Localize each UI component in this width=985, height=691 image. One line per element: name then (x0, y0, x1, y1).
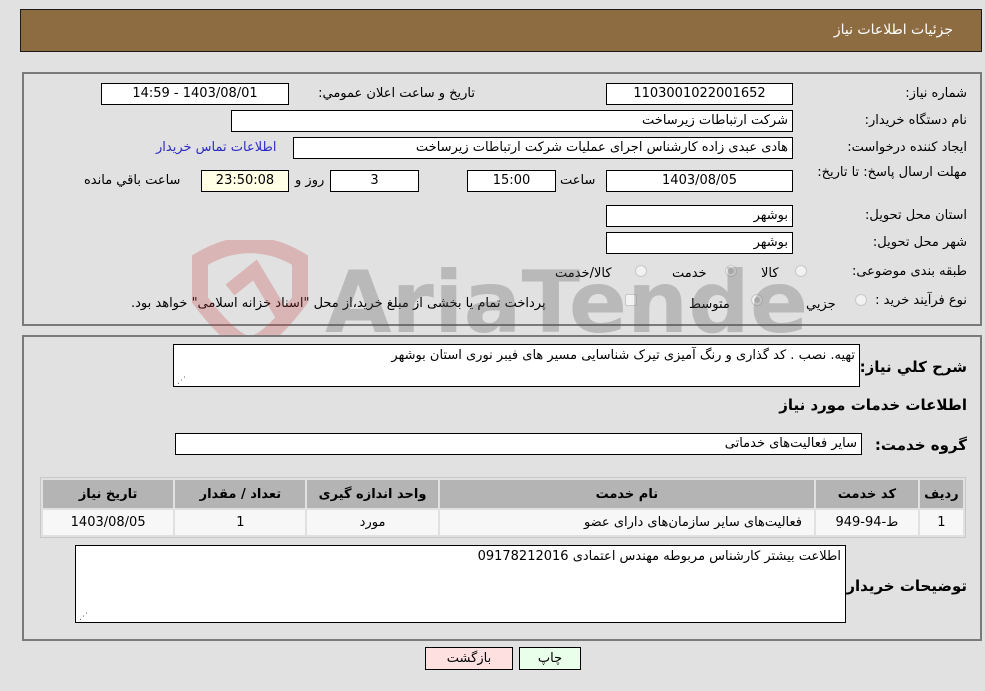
buyer-contact-link[interactable]: اطلاعات تماس خریدار (156, 140, 276, 155)
days-remaining-field: 3 (330, 170, 419, 192)
treasury-checkbox[interactable] (625, 294, 637, 306)
category-radio-goods-service[interactable] (635, 265, 647, 277)
buyer-org-field: شرکت ارتباطات زیرساخت (231, 110, 793, 132)
table-row: 1 ط-94-949 فعالیت‌های سایر سازمان‌های دا… (43, 510, 963, 535)
table-header-row: ردیف کد خدمت نام خدمت واحد اندازه گیری ت… (43, 480, 963, 508)
cell-quantity: 1 (175, 510, 306, 535)
announce-label: تاریخ و ساعت اعلان عمومي: (318, 86, 475, 101)
resize-grip-icon[interactable]: ⋰ (176, 377, 186, 386)
category-radio-service[interactable] (725, 265, 737, 277)
col-row-number: ردیف (919, 480, 963, 508)
requester-label: ایجاد کننده درخواست: (847, 140, 967, 155)
requester-field: هادی عبدی زاده کارشناس اجرای عملیات شرکت… (293, 137, 793, 159)
city-field: بوشهر (606, 232, 793, 254)
category-label: طبقه بندی موضوعی: (851, 264, 967, 279)
deadline-label: مهلت ارسال پاسخ: تا تاریخ: (817, 165, 967, 180)
page-title: جزئیات اطلاعات نیاز (833, 22, 953, 38)
deadline-time-label: ساعت (560, 173, 596, 188)
description-text: تهیه. نصب . کد گذاری و رنگ آمیزی تیرک شن… (391, 348, 855, 363)
category-radio-goods[interactable] (795, 265, 807, 277)
back-button[interactable]: بازگشت (425, 647, 513, 670)
service-group-label: گروه خدمت: (874, 436, 967, 454)
col-service-name: نام خدمت (439, 480, 815, 508)
announce-datetime-field: 1403/08/01 - 14:59 (101, 83, 289, 105)
cell-service-name: فعالیت‌های سایر سازمان‌های دارای عضو (439, 510, 815, 535)
col-need-date: تاریخ نیاز (43, 480, 174, 508)
col-unit: واحد اندازه گیری (307, 480, 438, 508)
city-label: شهر محل تحویل: (872, 235, 967, 250)
cell-row-number: 1 (919, 510, 963, 535)
remaining-label: ساعت باقي مانده (84, 173, 181, 188)
province-field: بوشهر (606, 205, 793, 227)
service-group-field: سایر فعالیت‌های خدماتی (175, 433, 862, 455)
resize-grip-icon[interactable]: ⋰ (78, 613, 88, 622)
process-label: نوع فرآیند خرید : (875, 293, 967, 308)
page-header: جزئیات اطلاعات نیاز (20, 9, 982, 52)
need-number-field: 1103001022001652 (606, 83, 793, 105)
days-label: روز و (295, 173, 325, 188)
need-number-label: شماره نیاز: (905, 86, 967, 101)
process-option-minor: جزيي (806, 297, 836, 312)
province-label: استان محل تحویل: (865, 208, 967, 223)
cell-service-code: ط-94-949 (816, 510, 918, 535)
remaining-time-field: 23:50:08 (201, 170, 289, 192)
buyer-notes-textarea[interactable]: اطلاعت بیشتر کارشناس مربوطه مهندس اعتماد… (75, 545, 846, 623)
category-option-goods-service: کالا/خدمت (555, 266, 612, 281)
treasury-note: پرداخت تمام یا بخشی از مبلغ خرید،از محل … (131, 296, 546, 311)
print-button[interactable]: چاپ (519, 647, 581, 670)
process-radio-medium[interactable] (751, 294, 763, 306)
cell-need-date: 1403/08/05 (43, 510, 174, 535)
col-service-code: کد خدمت (816, 480, 918, 508)
category-option-goods: کالا (761, 266, 779, 281)
deadline-date-field: 1403/08/05 (606, 170, 793, 192)
services-table: ردیف کد خدمت نام خدمت واحد اندازه گیری ت… (40, 477, 966, 538)
buyer-notes-text: اطلاعت بیشتر کارشناس مربوطه مهندس اعتماد… (477, 549, 841, 564)
buyer-org-label: نام دستگاه خریدار: (864, 113, 967, 128)
description-label: شرح کلي نیاز: (859, 358, 967, 376)
process-option-medium: متوسط (689, 297, 730, 312)
col-quantity: تعداد / مقدار (175, 480, 306, 508)
description-textarea[interactable]: تهیه. نصب . کد گذاری و رنگ آمیزی تیرک شن… (173, 344, 860, 387)
category-option-service: خدمت (672, 266, 707, 281)
buyer-notes-label: توضیحات خریدار: (840, 577, 967, 595)
process-radio-minor[interactable] (855, 294, 867, 306)
services-section-title: اطلاعات خدمات مورد نیاز (779, 396, 967, 414)
deadline-time-field: 15:00 (467, 170, 556, 192)
cell-unit: مورد (307, 510, 438, 535)
